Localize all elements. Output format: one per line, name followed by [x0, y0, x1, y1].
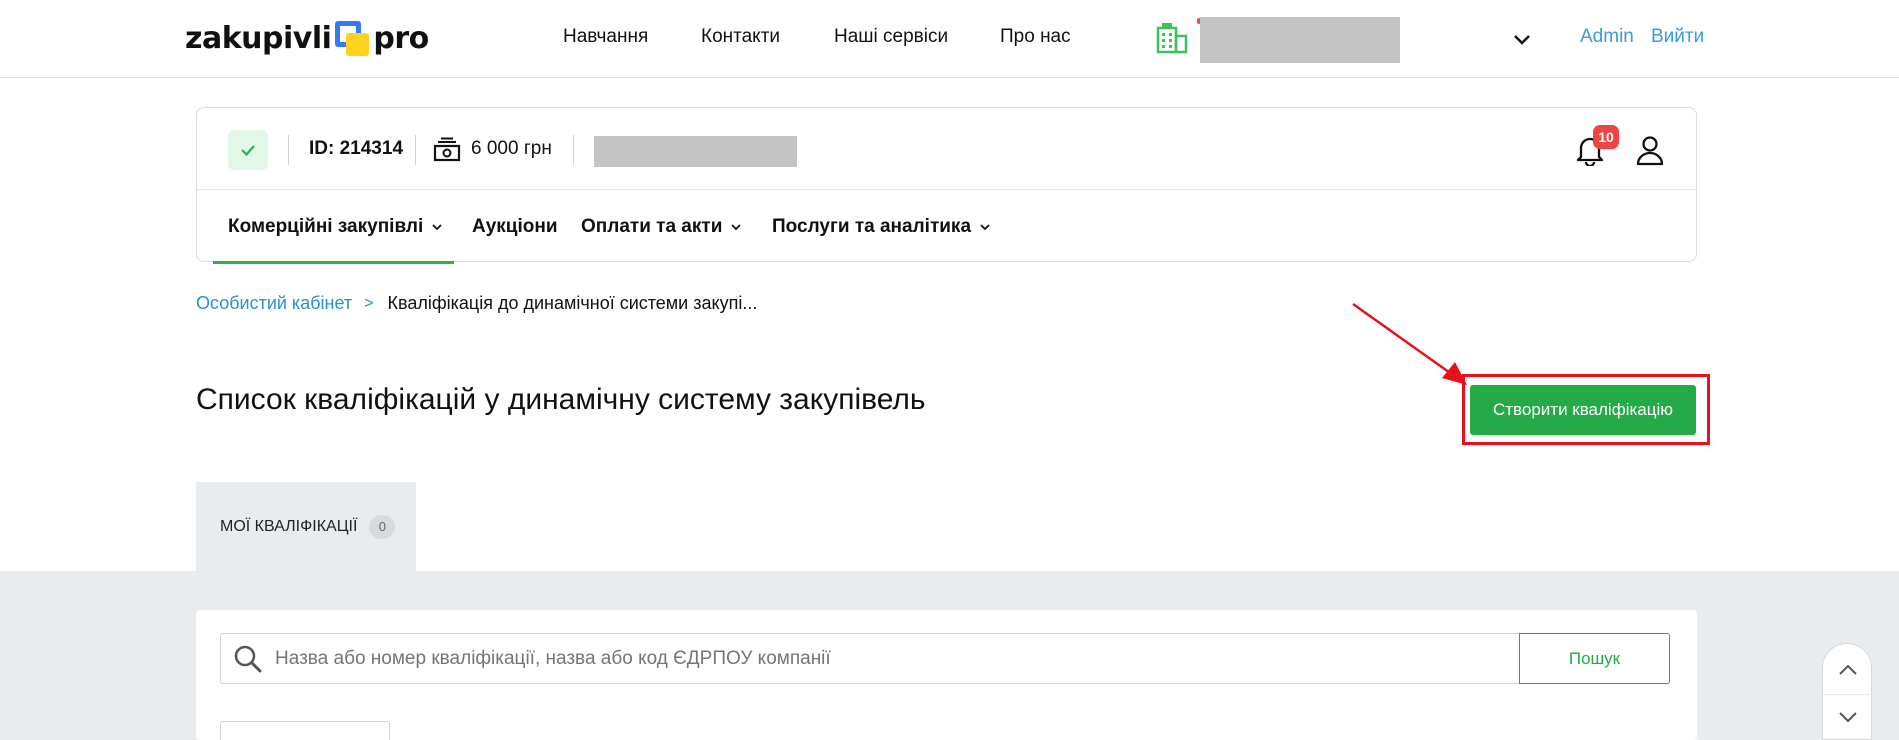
- account-name-redacted: [594, 136, 797, 167]
- nav-link-contacts[interactable]: Контакти: [701, 26, 780, 48]
- verified-badge: [228, 130, 268, 170]
- account-menu: Комерційні закупівлі Аукціони Оплати та …: [197, 190, 1696, 264]
- scroll-widget: [1822, 643, 1873, 740]
- search-field: [220, 633, 1519, 684]
- breadcrumb-separator: >: [364, 294, 374, 312]
- chevron-down-icon: [1839, 711, 1857, 722]
- menu-item-label: Оплати та акти: [581, 216, 723, 237]
- nav-link-about[interactable]: Про нас: [1000, 26, 1071, 48]
- search-panel: Пошук: [196, 610, 1697, 740]
- annotation-arrow: [1352, 302, 1467, 385]
- menu-item-services-analytics[interactable]: Послуги та аналітика: [772, 216, 991, 238]
- scroll-down-button[interactable]: [1823, 694, 1873, 738]
- chevron-down-icon[interactable]: [1511, 28, 1533, 50]
- logo-text-left: zakupivli: [185, 20, 332, 56]
- tab-label: МОЇ КВАЛІФІКАЦІЇ: [220, 517, 358, 535]
- nav-link-training[interactable]: Навчання: [563, 26, 648, 48]
- logo-text-right: pro: [373, 20, 429, 56]
- nav-link-services[interactable]: Наші сервіси: [834, 26, 948, 48]
- chevron-up-icon: [1839, 664, 1857, 675]
- admin-link[interactable]: Admin: [1580, 26, 1634, 48]
- breadcrumb-home-link[interactable]: Особистий кабінет: [196, 293, 352, 314]
- logo-mark-icon: [333, 19, 371, 57]
- divider: [288, 135, 289, 165]
- breadcrumb: Особистий кабінет > Кваліфікація до дина…: [196, 293, 757, 314]
- logout-link[interactable]: Вийти: [1651, 26, 1704, 48]
- company-name-redacted[interactable]: [1200, 17, 1400, 63]
- chevron-down-icon: [980, 224, 990, 231]
- menu-item-commercial[interactable]: Комерційні закупівлі: [228, 216, 443, 238]
- user-icon[interactable]: [1635, 134, 1665, 166]
- search-button[interactable]: Пошук: [1519, 633, 1670, 684]
- search-input[interactable]: [275, 647, 1475, 670]
- check-icon: [241, 145, 255, 157]
- account-info-bar: ID: 214314 6 000 грн 10: [197, 108, 1696, 190]
- account-balance: 6 000 грн: [471, 138, 552, 159]
- scroll-up-button[interactable]: [1823, 648, 1873, 692]
- money-icon: [433, 137, 461, 162]
- annotation-highlight-box: [1462, 374, 1710, 445]
- tab-count-badge: 0: [369, 514, 396, 539]
- page-title: Список кваліфікацій у динамічну систему …: [196, 383, 926, 416]
- top-header: zakupivli pro Навчання Контакти Наші сер…: [0, 0, 1899, 78]
- building-icon: [1156, 23, 1188, 54]
- notifications-badge: 10: [1593, 125, 1619, 149]
- active-menu-indicator: [213, 261, 454, 264]
- account-card: ID: 214314 6 000 грн 10 Комерційні закуп…: [196, 107, 1697, 264]
- menu-item-label: Послуги та аналітика: [772, 216, 972, 237]
- chevron-down-icon: [731, 224, 742, 231]
- logo[interactable]: zakupivli pro: [185, 16, 429, 60]
- account-id: ID: 214314: [309, 138, 404, 159]
- chevron-down-icon: [432, 224, 442, 231]
- search-icon: [234, 645, 262, 672]
- menu-item-label: Комерційні закупівлі: [228, 216, 424, 237]
- filter-dropdown[interactable]: [220, 721, 390, 740]
- breadcrumb-current: Кваліфікація до динамічної системи закуп…: [387, 293, 758, 313]
- divider: [415, 135, 416, 165]
- tab-my-qualifications[interactable]: МОЇ КВАЛІФІКАЦІЇ 0: [196, 482, 416, 571]
- divider: [573, 135, 574, 165]
- menu-item-payments[interactable]: Оплати та акти: [581, 216, 742, 238]
- menu-item-auctions[interactable]: Аукціони: [472, 216, 558, 238]
- menu-item-label: Аукціони: [472, 216, 558, 237]
